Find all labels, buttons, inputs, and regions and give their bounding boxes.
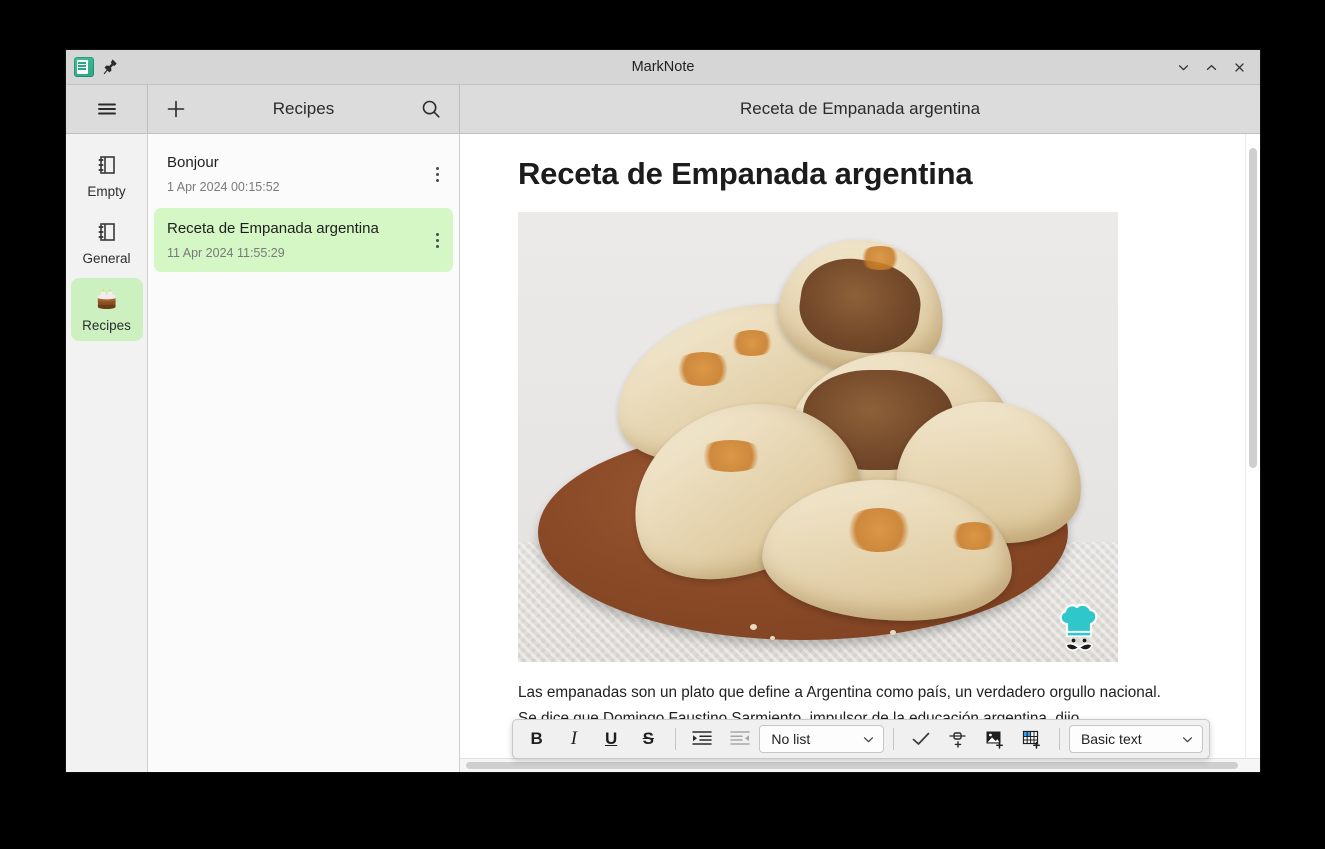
search-icon[interactable] xyxy=(415,93,447,125)
text-style-select[interactable]: Basic text xyxy=(1069,725,1203,753)
toolbar-divider xyxy=(893,728,894,750)
window-controls xyxy=(1170,54,1260,80)
sidebar-item-general[interactable]: General xyxy=(71,211,143,274)
sidebar-item-label: General xyxy=(82,251,130,266)
page-title: Receta de Empanada argentina xyxy=(518,156,1260,192)
italic-button[interactable]: I xyxy=(556,724,591,754)
photo-toast-mark xyxy=(843,508,915,552)
sidebar-item-empty[interactable]: Empty xyxy=(71,144,143,207)
text-style-value: Basic text xyxy=(1081,731,1142,747)
list-item[interactable]: Bonjour 1 Apr 2024 00:15:52 xyxy=(154,142,453,206)
close-button[interactable] xyxy=(1226,54,1252,80)
underline-button[interactable]: U xyxy=(593,724,628,754)
sidebar-item-label: Empty xyxy=(87,184,125,199)
note-title: Bonjour xyxy=(167,154,419,171)
insert-table-icon[interactable] xyxy=(1015,724,1050,754)
minimize-button[interactable] xyxy=(1170,54,1196,80)
list-style-select[interactable]: No list xyxy=(759,725,884,753)
editor-content[interactable]: Receta de Empanada argentina xyxy=(460,134,1260,772)
insert-image-icon[interactable] xyxy=(978,724,1013,754)
sidebar-item-label: Recipes xyxy=(82,318,131,333)
marknote-window: MarkNote xyxy=(66,50,1260,772)
checkmark-icon[interactable] xyxy=(903,724,938,754)
indent-increase-icon[interactable] xyxy=(685,724,720,754)
chevron-down-icon xyxy=(1181,733,1194,746)
photo-toast-mark xyxy=(673,352,733,386)
bold-button[interactable]: B xyxy=(519,724,554,754)
notebook-title: Recipes xyxy=(192,99,415,119)
toolbar-divider xyxy=(1059,728,1060,750)
screen: MarkNote xyxy=(0,0,1325,849)
strikethrough-button[interactable]: S xyxy=(631,724,666,754)
photo-toast-mark xyxy=(948,522,1000,550)
insert-link-icon[interactable] xyxy=(940,724,975,754)
cake-icon xyxy=(94,286,120,312)
sidebar-item-recipes[interactable]: Recipes xyxy=(71,278,143,341)
window-body: Empty General xyxy=(66,134,1260,772)
toolbar-divider xyxy=(675,728,676,750)
note-image xyxy=(518,212,1118,662)
editor-vertical-scrollbar[interactable] xyxy=(1249,148,1257,468)
note-editor[interactable]: Receta de Empanada argentina xyxy=(460,134,1260,772)
notebook-icon xyxy=(94,152,120,178)
photo-toast-mark xyxy=(696,440,766,472)
photo-toast-mark xyxy=(858,246,902,270)
editor-horizontal-scrollbar[interactable] xyxy=(466,762,1238,769)
photo-crumb xyxy=(770,636,775,640)
add-note-button[interactable] xyxy=(160,93,192,125)
notebook-icon xyxy=(94,219,120,245)
note-date: 1 Apr 2024 00:15:52 xyxy=(167,180,419,194)
notes-list: Bonjour 1 Apr 2024 00:15:52 Receta de Em… xyxy=(148,134,460,772)
editor-note-title: Receta de Empanada argentina xyxy=(740,99,980,119)
photo-crumb xyxy=(750,624,757,630)
editor-header: Receta de Empanada argentina xyxy=(459,85,1260,133)
notes-list-header: Recipes xyxy=(147,85,459,133)
titlebar-left xyxy=(66,57,117,77)
window-title: MarkNote xyxy=(66,59,1260,75)
indent-decrease-icon[interactable] xyxy=(722,724,757,754)
chef-hat-icon xyxy=(1056,602,1102,652)
list-style-value: No list xyxy=(771,731,810,747)
note-date: 11 Apr 2024 11:55:29 xyxy=(167,246,419,260)
kebab-menu-icon[interactable] xyxy=(435,164,439,184)
notebooks-sidebar: Empty General xyxy=(66,134,148,772)
notepad-icon xyxy=(74,57,94,77)
chevron-down-icon xyxy=(862,733,875,746)
sidebar-header xyxy=(66,85,147,133)
header-bar: Recipes Receta de Empanada argentina xyxy=(66,85,1260,134)
photo-toast-mark xyxy=(728,330,776,356)
editor-horizontal-scrollbar-track xyxy=(460,758,1260,772)
kebab-menu-icon[interactable] xyxy=(435,230,439,250)
format-toolbar: B I U S No list xyxy=(512,719,1210,759)
titlebar: MarkNote xyxy=(66,50,1260,85)
maximize-button[interactable] xyxy=(1198,54,1224,80)
photo-crumb xyxy=(890,630,896,635)
list-item[interactable]: Receta de Empanada argentina 11 Apr 2024… xyxy=(154,208,453,272)
pin-icon[interactable] xyxy=(103,59,117,75)
hamburger-menu-icon[interactable] xyxy=(91,93,123,125)
note-title: Receta de Empanada argentina xyxy=(167,220,419,237)
